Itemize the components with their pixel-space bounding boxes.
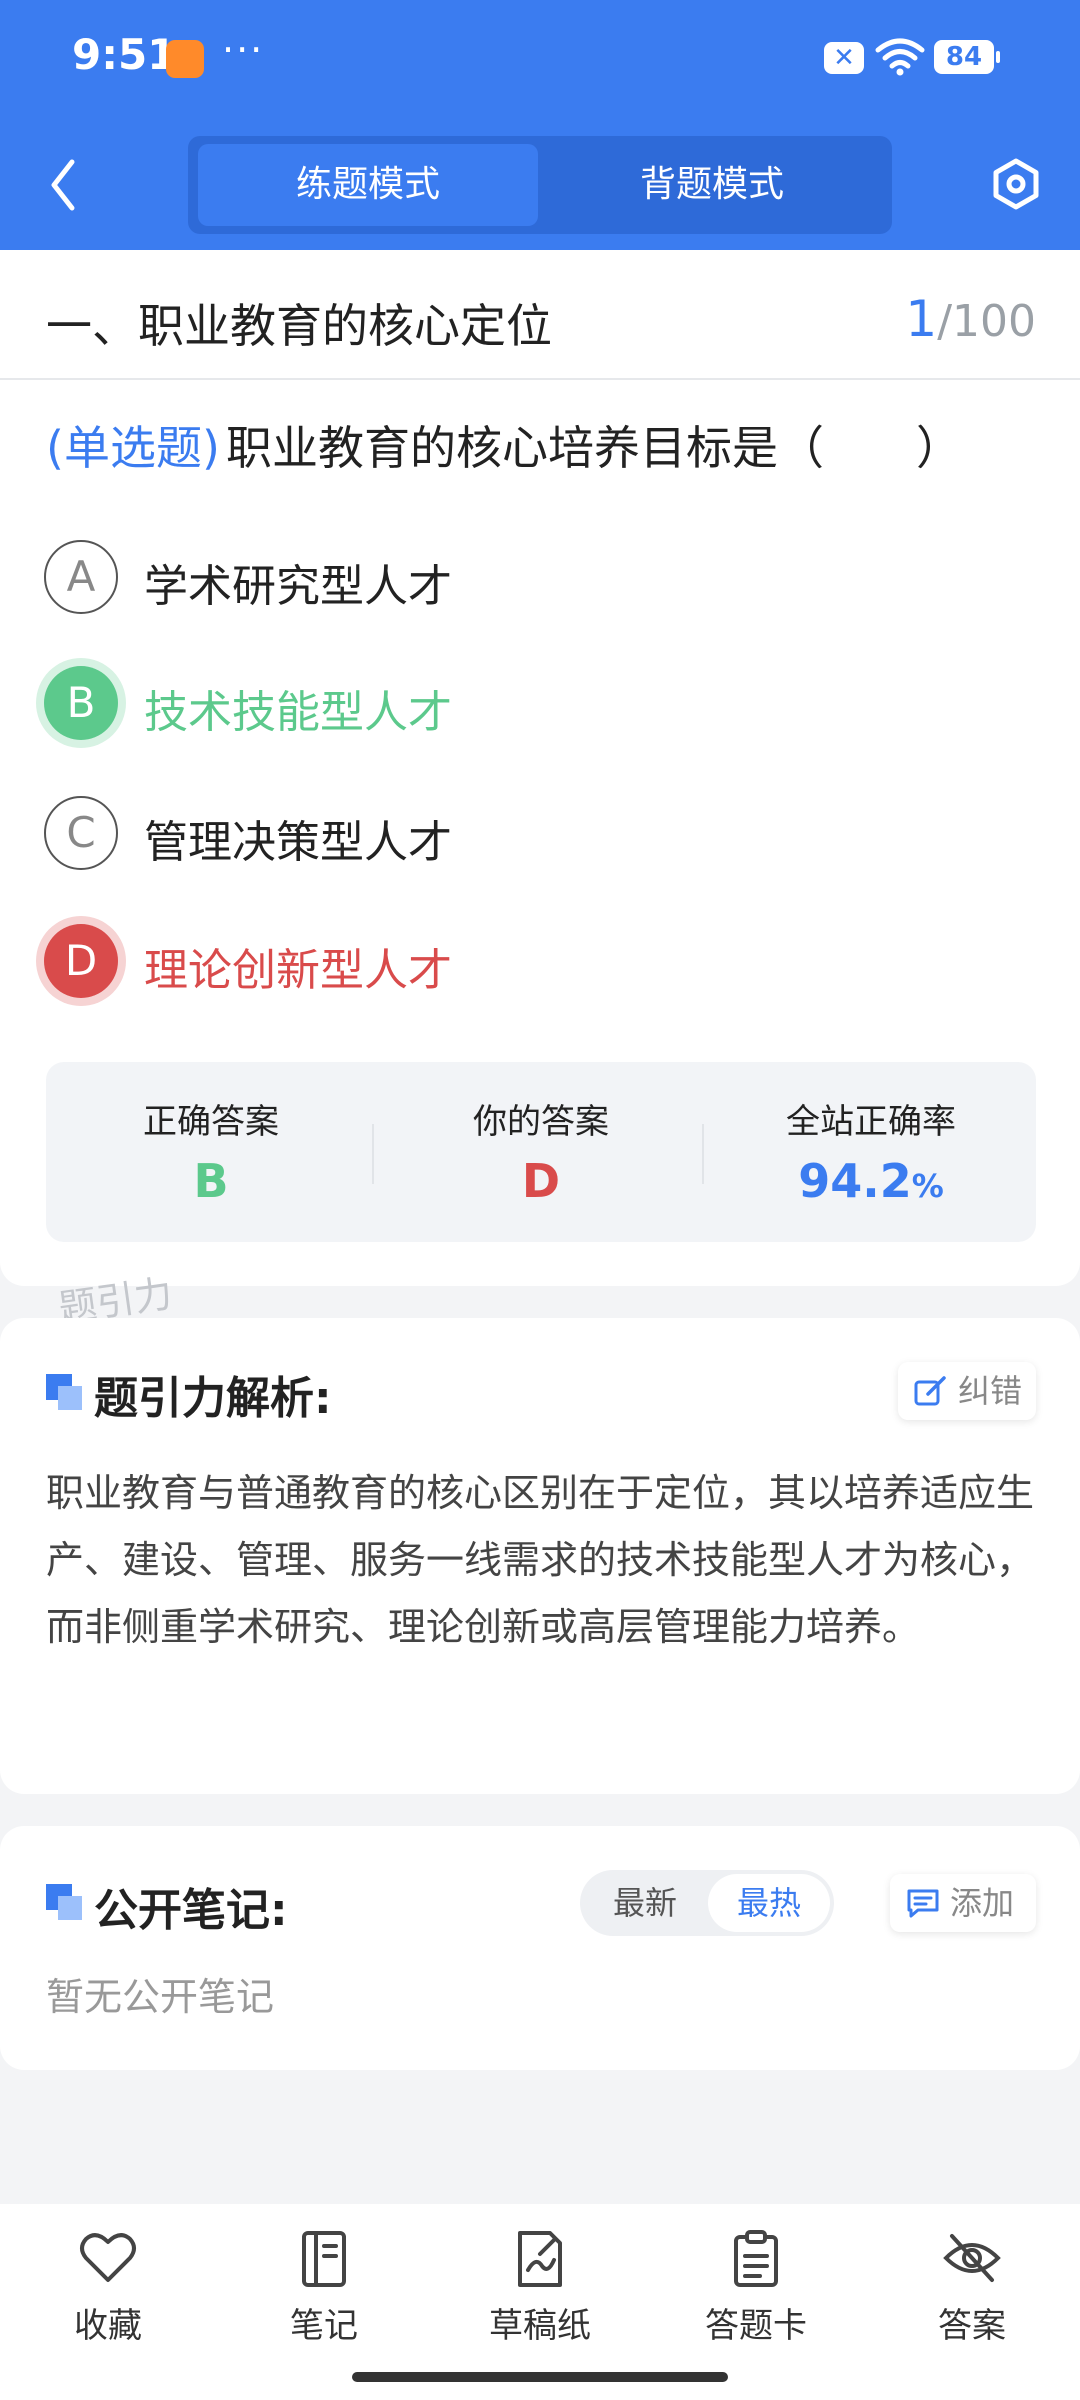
tab-notes[interactable]: 笔记 (244, 2220, 404, 2360)
your-answer-label: 你的答案 (473, 1102, 609, 1142)
add-note-label: 添加 (950, 1884, 1015, 1922)
edit-icon (914, 1376, 946, 1406)
accuracy-label: 全站正确率 (786, 1102, 956, 1142)
draft-icon (518, 2231, 562, 2287)
mode-segmented-control: 练题模式 背题模式 (188, 136, 892, 234)
answer-summary: 正确答案 B 你的答案 D 全站正确率 94.2% (46, 1062, 1036, 1242)
tab-label: 笔记 (290, 2306, 358, 2346)
progress-total: /100 (937, 296, 1036, 347)
tab-practice-mode[interactable]: 练题模式 (198, 144, 538, 226)
notes-card (0, 1826, 1080, 2070)
notebook-icon (302, 2231, 346, 2287)
chapter-title: 一、职业教育的核心定位 (46, 299, 552, 353)
section-icon (46, 1884, 82, 1920)
accuracy-number: 94.2 (798, 1154, 912, 1208)
divider (0, 378, 1080, 380)
clipboard-icon (734, 2230, 778, 2287)
tab-label: 收藏 (74, 2306, 142, 2346)
comment-icon (907, 1889, 939, 1918)
status-time: 9:51 (72, 30, 177, 79)
option-text: 技术技能型人才 (144, 687, 452, 738)
correct-answer-value: B (193, 1154, 229, 1208)
divider (372, 1124, 374, 1184)
your-answer-value: D (521, 1154, 561, 1208)
option-letter: A (44, 540, 118, 614)
correct-answer-label: 正确答案 (143, 1102, 279, 1142)
option-a[interactable]: A 学术研究型人才 (44, 540, 944, 620)
tab-answer[interactable]: 答案 (892, 2220, 1052, 2360)
your-answer-block: 你的答案 D (376, 1062, 706, 1242)
tab-answer-sheet[interactable]: 答题卡 (676, 2220, 836, 2360)
heart-icon (80, 2233, 136, 2282)
tab-label: 答案 (938, 2306, 1006, 2346)
empty-notes-text: 暂无公开笔记 (46, 1975, 275, 2019)
sort-latest[interactable]: 最新 (584, 1874, 706, 1932)
accuracy-value: 94.2% (706, 1154, 1036, 1208)
eye-off-icon (943, 2234, 1001, 2282)
back-icon[interactable] (40, 150, 88, 220)
tab-label: 草稿纸 (489, 2306, 591, 2346)
tab-memorize-mode[interactable]: 背题模式 (542, 144, 882, 226)
progress-current: 1 (905, 290, 938, 348)
divider (702, 1124, 704, 1184)
accuracy-unit: % (911, 1167, 944, 1205)
option-letter: B (44, 666, 118, 740)
correct-answer-block: 正确答案 B (46, 1062, 376, 1242)
battery-indicator: 84 (934, 40, 1000, 74)
option-text: 管理决策型人才 (144, 817, 452, 868)
wifi-icon (875, 38, 925, 76)
settings-icon[interactable] (988, 156, 1044, 212)
report-error-button[interactable]: 纠错 (898, 1362, 1036, 1420)
sort-hottest[interactable]: 最热 (708, 1874, 830, 1932)
option-d[interactable]: D 理论创新型人才 (44, 924, 944, 1004)
option-c[interactable]: C 管理决策型人才 (44, 796, 944, 876)
add-note-button[interactable]: 添加 (890, 1874, 1036, 1932)
report-error-label: 纠错 (958, 1372, 1023, 1410)
option-letter: C (44, 796, 118, 870)
option-text: 学术研究型人才 (144, 561, 452, 612)
section-icon (46, 1374, 82, 1410)
notes-title: 公开笔记: (94, 1885, 288, 1936)
accuracy-block: 全站正确率 94.2% (706, 1062, 1036, 1242)
more-notifications-icon: ··· (222, 28, 265, 72)
question-text: 职业教育的核心培养目标是（ ） (226, 421, 962, 475)
notes-sort-toggle: 最新 最热 (580, 1870, 834, 1936)
option-text: 理论创新型人才 (144, 945, 452, 996)
home-indicator[interactable] (352, 2372, 728, 2382)
tab-favorite[interactable]: 收藏 (28, 2220, 188, 2360)
tab-label: 答题卡 (705, 2306, 807, 2346)
question-type: (单选题) (46, 421, 220, 475)
analysis-text: 职业教育与普通教育的核心区别在于定位，其以培养适应生产、建设、管理、服务一线需求… (46, 1471, 1035, 1649)
analysis-title: 题引力解析: (94, 1373, 332, 1424)
question-progress: 1/100 (905, 290, 1036, 348)
option-b[interactable]: B 技术技能型人才 (44, 666, 944, 746)
app-notification-icon (166, 40, 204, 78)
option-letter: D (44, 924, 118, 998)
no-sim-icon: ✕ (824, 42, 864, 74)
tab-draft[interactable]: 草稿纸 (460, 2220, 620, 2360)
